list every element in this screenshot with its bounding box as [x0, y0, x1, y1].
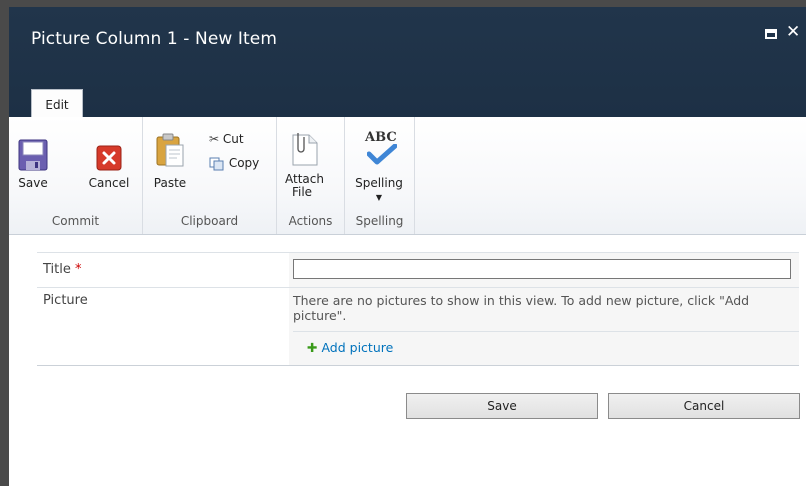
required-marker: * — [75, 262, 82, 277]
cut-icon: ✂ — [209, 132, 220, 146]
attach-file-button[interactable]: Attach File — [285, 125, 324, 199]
add-picture-link[interactable]: ✚ Add picture — [307, 340, 393, 355]
field-value-title — [289, 253, 799, 287]
form-cancel-button[interactable]: Cancel — [608, 393, 800, 419]
save-icon — [18, 139, 48, 171]
cut-button[interactable]: ✂ Cut — [209, 130, 244, 148]
paste-button[interactable]: Paste — [151, 125, 189, 197]
picture-divider — [293, 331, 799, 332]
form-save-button[interactable]: Save — [406, 393, 598, 419]
maximize-icon[interactable] — [765, 29, 777, 39]
group-label-actions: Actions — [288, 214, 333, 228]
add-icon: ✚ — [307, 340, 318, 355]
add-picture-label: Add picture — [321, 340, 394, 355]
attach-label-line1: Attach — [285, 172, 324, 186]
close-icon[interactable]: ✕ — [786, 22, 800, 42]
title-label-text: Title — [43, 262, 71, 277]
group-label-spelling: Spelling — [355, 214, 404, 228]
ribbon: Save Cancel Commit Paste ✂ Cut Copy Clip… — [9, 117, 806, 235]
dialog-titlebar: Picture Column 1 - New Item ✕ — [9, 7, 806, 117]
attach-file-icon — [292, 133, 318, 166]
group-label-clipboard: Clipboard — [180, 214, 239, 228]
title-input[interactable] — [293, 259, 791, 279]
chevron-down-icon: ▼ — [375, 193, 383, 202]
cancel-button-label: Cancel — [88, 176, 130, 190]
ribbon-group-actions: Attach File Actions — [277, 117, 345, 234]
spelling-icon-text: ABC — [365, 130, 397, 145]
cancel-button[interactable]: Cancel — [84, 125, 134, 197]
ribbon-group-spelling: ABC Spelling ▼ Spelling — [345, 117, 415, 234]
tab-edit[interactable]: Edit — [31, 89, 83, 118]
save-button[interactable]: Save — [15, 125, 51, 197]
group-label-commit: Commit — [51, 214, 100, 228]
field-label-title: Title * — [43, 262, 82, 277]
field-value-picture: There are no pictures to show in this vi… — [289, 288, 799, 366]
ribbon-group-clipboard: Paste ✂ Cut Copy Clipboard — [143, 117, 277, 234]
save-button-label: Save — [18, 176, 48, 190]
dialog-window: Picture Column 1 - New Item ✕ Edit Save — [9, 7, 806, 486]
no-pictures-message: There are no pictures to show in this vi… — [293, 293, 750, 323]
attach-label-line2: File — [291, 185, 313, 199]
cancel-icon — [96, 145, 122, 171]
spelling-icon: ABC — [365, 130, 397, 170]
spelling-button-label: Spelling ▼ — [351, 177, 407, 204]
form-bottom-divider — [37, 365, 799, 366]
copy-button[interactable]: Copy — [209, 154, 259, 172]
field-label-picture: Picture — [43, 293, 88, 308]
field-row-picture: Picture There are no pictures to show in… — [37, 287, 799, 366]
paste-icon — [156, 133, 184, 167]
attach-file-button-label: Attach File — [285, 173, 324, 199]
dialog-title: Picture Column 1 - New Item — [31, 29, 278, 49]
spelling-button[interactable]: ABC Spelling ▼ — [351, 125, 407, 202]
copy-icon — [209, 157, 224, 170]
cut-button-label: Cut — [222, 132, 244, 146]
field-row-title: Title * — [37, 252, 799, 288]
ribbon-group-commit: Save Cancel Commit — [9, 117, 143, 234]
spelling-label-text: Spelling — [355, 176, 403, 190]
paste-button-label: Paste — [153, 176, 187, 190]
copy-button-label: Copy — [228, 156, 260, 170]
